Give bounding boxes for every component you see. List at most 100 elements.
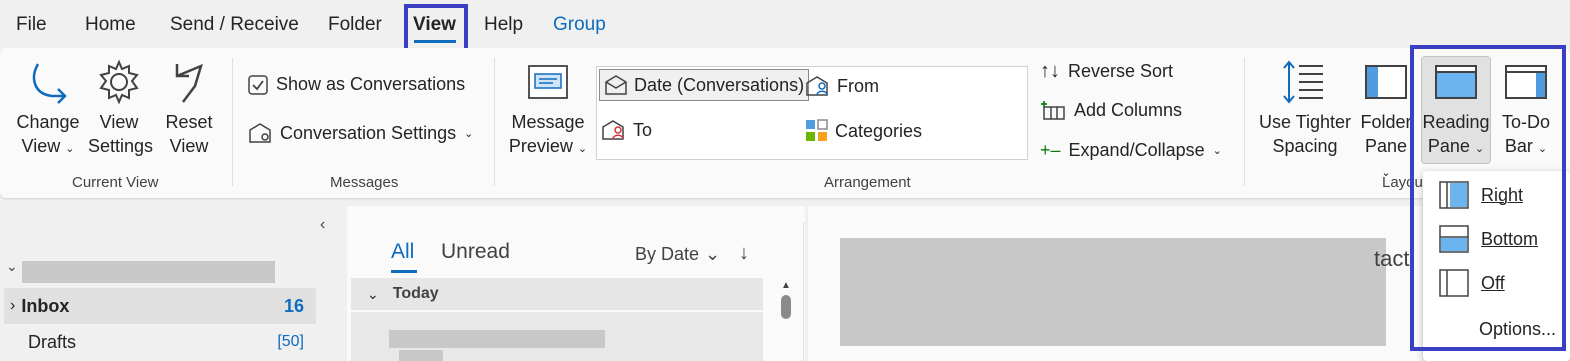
folder-pane: ‹ ⌄ › Inbox 16 Drafts [50] bbox=[0, 206, 345, 361]
chevron-down-icon: ⌄ bbox=[367, 285, 379, 302]
reading-pane-icon bbox=[1435, 65, 1477, 99]
reverse-sort-button[interactable]: ↑↓ Reverse Sort bbox=[1040, 60, 1173, 83]
add-columns-icon bbox=[1041, 100, 1065, 120]
reading-pane-off-option[interactable]: Off bbox=[1439, 269, 1505, 297]
chevron-down-icon: ⌄ bbox=[65, 143, 75, 155]
change-view-icon bbox=[32, 63, 67, 104]
sort-direction-icon[interactable]: ↓ bbox=[739, 242, 749, 265]
inbox-count: 16 bbox=[283, 295, 304, 316]
use-tighter-spacing-button[interactable]: Use Tighter Spacing bbox=[1256, 58, 1354, 158]
menu-group[interactable]: Group bbox=[553, 14, 606, 36]
group-header-today[interactable]: ⌄ Today bbox=[351, 278, 763, 310]
scroll-thumb[interactable] bbox=[781, 295, 791, 319]
change-view-label-1: Change bbox=[16, 112, 80, 132]
options-label: Options... bbox=[1479, 319, 1557, 339]
folder-pane-label-2: Pane bbox=[1364, 136, 1408, 156]
redacted-message-header bbox=[840, 238, 1386, 346]
message-preview-label-1: Message bbox=[511, 112, 585, 132]
conversation-settings-icon bbox=[249, 123, 271, 143]
redacted-account bbox=[22, 261, 275, 283]
expand-collapse-button[interactable]: +– Expand/Collapse ⌄ bbox=[1040, 140, 1222, 161]
menu-file[interactable]: File bbox=[16, 14, 47, 36]
reading-pane-right-option[interactable]: Right bbox=[1439, 181, 1523, 209]
reading-pane-button[interactable]: Reading Pane ⌄ bbox=[1421, 58, 1491, 161]
collapse-pane-icon[interactable]: ‹ bbox=[320, 216, 325, 234]
todo-bar-icon bbox=[1505, 65, 1547, 99]
group-label-layout: Layout bbox=[1382, 174, 1422, 191]
reset-view-label-1: Reset bbox=[165, 112, 213, 132]
reset-view-button[interactable]: Reset View bbox=[160, 58, 218, 158]
tab-unread[interactable]: Unread bbox=[441, 240, 510, 264]
message-preview-button[interactable]: Message Preview ⌄ bbox=[506, 62, 590, 161]
add-columns-button[interactable]: Add Columns bbox=[1040, 100, 1182, 121]
folder-drafts-label: Drafts bbox=[28, 331, 77, 352]
folder-inbox-label: Inbox bbox=[21, 295, 70, 316]
right-option-label: Right bbox=[1481, 184, 1524, 205]
bottom-option-label: Bottom bbox=[1481, 228, 1539, 249]
tab-underline bbox=[391, 270, 417, 273]
folder-pane-button[interactable]: Folder Pane ⌄ bbox=[1358, 58, 1414, 185]
message-list: All Unread By Date ⌄ ↓ ⌄ Today ▲ bbox=[347, 206, 805, 361]
arrange-date-label: Date (Conversations) bbox=[634, 74, 805, 95]
pane-off-icon bbox=[1439, 269, 1469, 297]
folder-pane-label-1: Folder bbox=[1360, 112, 1412, 132]
chevron-down-icon: ⌄ bbox=[1474, 143, 1485, 155]
tighter-spacing-icon bbox=[1283, 60, 1323, 104]
reverse-sort-label: Reverse Sort bbox=[1068, 61, 1174, 81]
arrangement-gallery: Date (Conversations) From To Categories … bbox=[596, 66, 1028, 160]
view-settings-button[interactable]: View Settings bbox=[88, 58, 153, 158]
envelope-icon bbox=[605, 75, 627, 95]
ribbon: Change View ⌄ View Settings Reset View C… bbox=[0, 48, 1570, 198]
group-separator bbox=[232, 58, 233, 186]
chevron-down-icon[interactable]: ⌄ bbox=[6, 258, 18, 275]
undo-icon bbox=[175, 63, 203, 103]
show-as-conversations-checkbox[interactable]: Show as Conversations bbox=[248, 74, 465, 95]
folder-pane-icon bbox=[1365, 65, 1407, 99]
contact-to-icon bbox=[602, 120, 624, 140]
tab-all[interactable]: All bbox=[391, 240, 414, 264]
pane-right-icon bbox=[1439, 181, 1469, 209]
conversation-settings-label: Conversation Settings bbox=[280, 122, 457, 143]
message-preview-icon bbox=[528, 65, 568, 99]
arrange-to-label: To bbox=[633, 119, 653, 140]
reading-pane-options[interactable]: Options... bbox=[1479, 319, 1556, 340]
tighter-spacing-label-2: Spacing bbox=[1272, 136, 1338, 156]
message-preview-label-2: Preview bbox=[508, 136, 573, 156]
message-list-scrollbar[interactable]: ▲ bbox=[781, 280, 791, 330]
folder-inbox[interactable]: › Inbox 16 bbox=[4, 288, 316, 324]
sort-arrows-icon: ↑↓ bbox=[1040, 60, 1060, 82]
chevron-down-icon: ⌄ bbox=[1212, 145, 1222, 157]
reading-pane: tact bbox=[808, 206, 1422, 361]
group-separator bbox=[1244, 58, 1245, 186]
todo-bar-label-2: Bar bbox=[1504, 136, 1533, 156]
reading-partial-text: tact bbox=[1374, 246, 1410, 271]
gear-icon bbox=[99, 59, 139, 105]
categories-icon bbox=[806, 119, 828, 141]
chevron-down-icon: ⌄ bbox=[464, 127, 474, 140]
checkbox-checked-icon bbox=[248, 74, 268, 95]
reading-pane-label-2: Pane bbox=[1427, 136, 1470, 156]
chevron-right-icon: › bbox=[10, 297, 16, 314]
group-separator bbox=[494, 58, 495, 186]
reset-view-label-2: View bbox=[169, 136, 209, 156]
arrange-from[interactable]: From bbox=[805, 75, 879, 97]
menu-help[interactable]: Help bbox=[484, 14, 523, 36]
arrange-categories[interactable]: Categories bbox=[805, 119, 922, 143]
reading-pane-bottom-option[interactable]: Bottom bbox=[1439, 225, 1538, 253]
todo-bar-button[interactable]: To-Do Bar ⌄ bbox=[1496, 58, 1556, 161]
redacted-subject bbox=[399, 350, 443, 361]
menu-folder[interactable]: Folder bbox=[328, 14, 382, 36]
arrange-to[interactable]: To bbox=[601, 119, 652, 141]
arrange-date-conversations[interactable]: Date (Conversations) bbox=[599, 69, 810, 101]
menu-home[interactable]: Home bbox=[85, 14, 136, 36]
sort-label: By Date bbox=[635, 244, 700, 264]
expand-collapse-label: Expand/Collapse bbox=[1068, 140, 1205, 160]
conversation-settings-button[interactable]: Conversation Settings ⌄ bbox=[248, 122, 473, 144]
folder-drafts[interactable]: Drafts [50] bbox=[4, 324, 316, 360]
menu-send-receive[interactable]: Send / Receive bbox=[170, 14, 299, 36]
redacted-sender bbox=[389, 330, 605, 348]
change-view-button[interactable]: Change View ⌄ bbox=[12, 58, 84, 161]
group-label-messages: Messages bbox=[330, 174, 399, 191]
chevron-down-icon: ⌄ bbox=[1537, 143, 1548, 155]
sort-by-date[interactable]: By Date ⌄ bbox=[635, 244, 720, 265]
